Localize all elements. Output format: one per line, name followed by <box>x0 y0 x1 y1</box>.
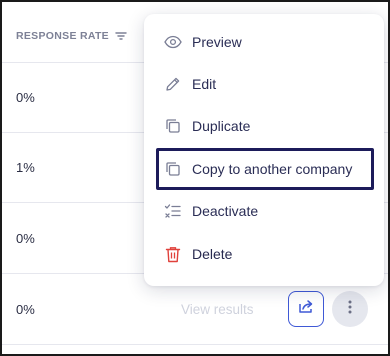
pencil-icon <box>164 75 182 93</box>
more-options-button[interactable] <box>332 291 368 327</box>
menu-item-label: Edit <box>192 76 217 92</box>
trash-icon <box>164 245 182 263</box>
copy-icon <box>164 160 182 178</box>
menu-item-preview[interactable]: Preview <box>156 22 372 62</box>
menu-item-label: Delete <box>192 246 233 262</box>
menu-item-label: Deactivate <box>192 203 259 219</box>
share-arrow-icon <box>297 299 315 320</box>
vertical-dots-icon <box>348 300 352 319</box>
view-results-link[interactable]: View results <box>181 302 254 317</box>
menu-item-edit[interactable]: Edit <box>156 64 372 104</box>
menu-item-deactivate[interactable]: Deactivate <box>156 191 372 231</box>
menu-item-duplicate[interactable]: Duplicate <box>156 106 372 146</box>
table-row-rate: 0% <box>16 90 35 105</box>
menu-item-delete[interactable]: Delete <box>156 234 372 274</box>
column-header-label: RESPONSE RATE <box>16 30 109 42</box>
response-rate-column-header[interactable]: RESPONSE RATE <box>16 28 127 44</box>
menu-item-label: Preview <box>192 34 242 50</box>
table-row-rate: 0% <box>16 302 35 317</box>
deactivate-list-icon <box>164 202 182 220</box>
actions-menu: Preview Edit Duplicate Copy to another c… <box>144 14 384 286</box>
table-row-rate: 1% <box>16 160 35 175</box>
row-divider <box>2 344 388 345</box>
table-row-rate: 0% <box>16 231 35 246</box>
screenshot-frame: RESPONSE RATE 0% 1% 0% 0% View results P… <box>0 0 390 356</box>
eye-icon <box>164 33 182 51</box>
menu-item-label: Copy to another company <box>192 161 353 177</box>
share-button[interactable] <box>288 291 324 327</box>
menu-item-label: Duplicate <box>192 118 251 134</box>
copy-icon <box>164 117 182 135</box>
filter-icon[interactable] <box>115 31 127 41</box>
menu-item-copy-to-another-company[interactable]: Copy to another company <box>156 149 372 189</box>
